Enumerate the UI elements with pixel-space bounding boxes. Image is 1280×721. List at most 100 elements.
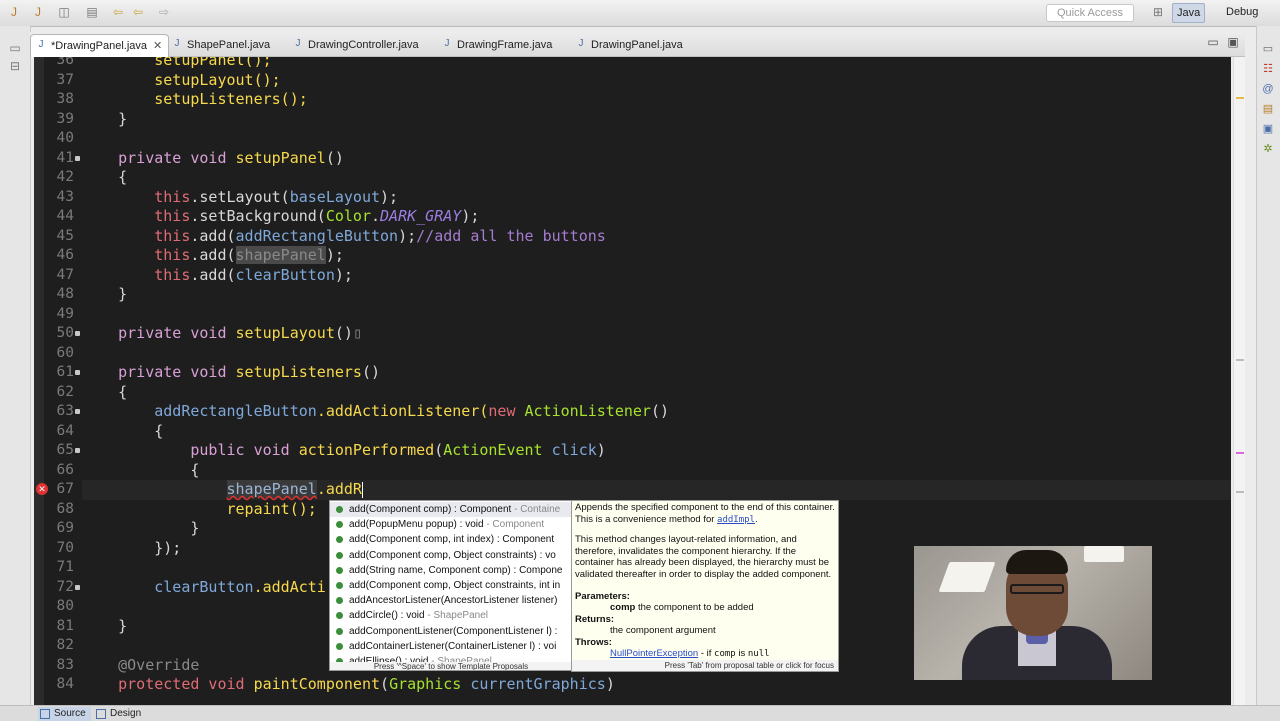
completion-item[interactable]: add(Component comp, Object constraints, … bbox=[330, 578, 572, 593]
fold-marker[interactable] bbox=[75, 331, 80, 336]
tab-drawingpanel[interactable]: J DrawingPanel.java bbox=[571, 34, 683, 56]
code-line: 47 this.add(clearButton); bbox=[56, 265, 353, 284]
code-line: 44 this.setBackground(Color.DARK_GRAY); bbox=[56, 207, 480, 225]
doc-summary: Appends the specified component to the e… bbox=[575, 502, 835, 525]
code-line: 40 bbox=[56, 130, 74, 146]
quick-access-input[interactable]: Quick Access bbox=[1046, 4, 1134, 22]
fold-marker[interactable] bbox=[75, 370, 80, 375]
restore-icon[interactable]: ▭ bbox=[7, 40, 23, 56]
occurrence-marker[interactable] bbox=[1236, 452, 1244, 454]
warning-marker[interactable] bbox=[1236, 97, 1244, 99]
fold-marker[interactable] bbox=[75, 155, 80, 161]
java-class-icon[interactable]: J bbox=[30, 4, 46, 20]
fold-marker[interactable] bbox=[75, 584, 80, 590]
public-method-icon bbox=[336, 612, 343, 620]
package-explorer-icon[interactable]: ⊟ bbox=[7, 58, 23, 74]
public-method-icon bbox=[336, 627, 343, 635]
forward-icon[interactable]: ⇨ bbox=[156, 4, 172, 20]
completion-item[interactable]: add(Component comp, int index) : Compone… bbox=[330, 532, 572, 547]
javadoc-popup[interactable]: Appends the specified component to the e… bbox=[571, 500, 839, 672]
completion-item[interactable]: addComponentListener(ComponentListener l… bbox=[330, 624, 572, 639]
overview-ruler[interactable] bbox=[1233, 57, 1245, 705]
ceiling-light bbox=[938, 562, 996, 592]
fold-marker[interactable] bbox=[75, 409, 80, 414]
tab-drawingpanel-dirty[interactable]: J *DrawingPanel.java ✕ bbox=[30, 34, 170, 57]
completion-item[interactable]: addContainerListener(ContainerListener l… bbox=[330, 639, 572, 654]
content-assist-popup[interactable]: add(Component comp) : Component - Contai… bbox=[329, 500, 573, 671]
perspective-debug[interactable]: Debug bbox=[1222, 3, 1262, 21]
text-cursor bbox=[361, 481, 363, 498]
doc-returns: the component argument bbox=[610, 625, 716, 636]
code-line: 61 private void setupListeners() bbox=[56, 363, 381, 381]
doc-returns-label: Returns: bbox=[575, 614, 615, 625]
task-list-icon[interactable]: ☷ bbox=[1261, 62, 1275, 76]
addimpl-link[interactable]: addImpl bbox=[717, 515, 755, 525]
code-line: 38 setupListeners(); bbox=[56, 90, 308, 108]
public-method-icon bbox=[336, 536, 343, 544]
completion-footer: Press '^Space' to show Template Proposal… bbox=[330, 662, 572, 670]
folded-code-icon[interactable]: ▯ bbox=[353, 324, 362, 342]
code-line: 50 private void setupLayout()▯ bbox=[56, 324, 362, 342]
completion-item[interactable]: addAncestorListener(AncestorListener lis… bbox=[330, 593, 572, 608]
completion-item[interactable]: add(Component comp, Object constraints) … bbox=[330, 548, 572, 563]
left-trim-bar: ▭ ⊟ bbox=[0, 26, 31, 706]
perspective-java[interactable]: Java bbox=[1172, 3, 1206, 23]
outline-icon[interactable]: @ bbox=[1261, 82, 1275, 96]
completion-item[interactable]: addCircle() : void - ShapePanel bbox=[330, 608, 572, 623]
open-perspective-icon[interactable]: ⊞ bbox=[1150, 4, 1166, 20]
maximize-icon[interactable]: ▣ bbox=[1225, 34, 1241, 50]
editor-mode-tabs: Source Design bbox=[0, 705, 1280, 721]
code-line: 49 bbox=[56, 305, 74, 322]
editor-tab-bar: J *DrawingPanel.java ✕ J ShapePanel.java … bbox=[30, 32, 1245, 57]
doc-params-label: Parameters: bbox=[575, 591, 630, 602]
occurrence-marker[interactable] bbox=[1236, 359, 1244, 361]
doc-description: This method changes layout-related infor… bbox=[575, 534, 832, 580]
code-line: 64 { bbox=[56, 421, 164, 440]
back-icon[interactable]: ⇦ bbox=[110, 4, 126, 20]
bug-icon[interactable]: ✲ bbox=[1261, 142, 1275, 156]
code-line: 60 bbox=[56, 344, 74, 361]
code-line: 45 this.add(addRectangleButton);//add al… bbox=[56, 226, 606, 245]
code-line: 48 } bbox=[56, 285, 128, 303]
open-type-icon[interactable]: ◫ bbox=[56, 4, 72, 20]
tab-shapepanel[interactable]: J ShapePanel.java bbox=[167, 34, 271, 56]
nullpointerexception-link[interactable]: NullPointerException bbox=[610, 648, 698, 659]
back-history-icon[interactable]: ⇦ bbox=[130, 4, 146, 20]
code-line: 42 { bbox=[56, 168, 128, 186]
tab-label: *DrawingPanel.java bbox=[51, 40, 147, 52]
error-icon[interactable]: ✕ bbox=[36, 483, 48, 495]
doc-footer: Press 'Tab' from proposal table or click… bbox=[572, 660, 838, 671]
java-file-icon: J bbox=[38, 39, 44, 50]
code-line: 43 this.setLayout(baseLayout); bbox=[56, 187, 399, 206]
tab-drawingframe[interactable]: J DrawingFrame.java bbox=[437, 34, 553, 56]
debug-perspective-label: Debug bbox=[1226, 6, 1259, 18]
console-icon[interactable]: ▣ bbox=[1261, 122, 1275, 136]
completion-item[interactable]: add(Component comp) : Component - Contai… bbox=[330, 502, 572, 518]
occurrence-marker[interactable] bbox=[1236, 491, 1244, 493]
restore-icon[interactable]: ▭ bbox=[1261, 42, 1275, 56]
minimize-icon[interactable]: ▭ bbox=[1205, 34, 1221, 50]
person-hair bbox=[1006, 550, 1068, 574]
java-perspective-label: Java bbox=[1177, 7, 1201, 19]
completion-item[interactable]: add(PopupMenu popup) : void - Component bbox=[330, 517, 572, 532]
close-icon[interactable]: ✕ bbox=[153, 40, 162, 52]
public-method-icon bbox=[336, 566, 343, 574]
doc-throws-label: Throws: bbox=[575, 637, 612, 648]
doc-throws: NullPointerException - if comp is null bbox=[610, 648, 770, 659]
current-code-line: 67 ✕ shapePanel.addR bbox=[36, 480, 1231, 500]
tab-design[interactable]: Design bbox=[94, 707, 141, 721]
java-file-icon[interactable]: J bbox=[6, 4, 22, 20]
code-line: 39 } bbox=[56, 109, 128, 128]
completion-item[interactable]: add(String name, Component comp) : Compo… bbox=[330, 563, 572, 578]
tab-label: DrawingController.java bbox=[308, 39, 419, 51]
code-line: 37 setupLayout(); bbox=[56, 70, 281, 89]
ceiling-light bbox=[1084, 546, 1124, 562]
open-resource-icon[interactable]: ▤ bbox=[84, 4, 100, 20]
tab-drawingcontroller[interactable]: J DrawingController.java bbox=[288, 34, 419, 56]
design-icon bbox=[96, 709, 106, 719]
webcam-overlay bbox=[914, 546, 1152, 680]
fold-marker[interactable] bbox=[75, 448, 80, 453]
javadoc-icon[interactable]: ▤ bbox=[1261, 102, 1275, 116]
public-method-icon bbox=[336, 506, 343, 513]
tab-source[interactable]: Source bbox=[38, 707, 91, 721]
